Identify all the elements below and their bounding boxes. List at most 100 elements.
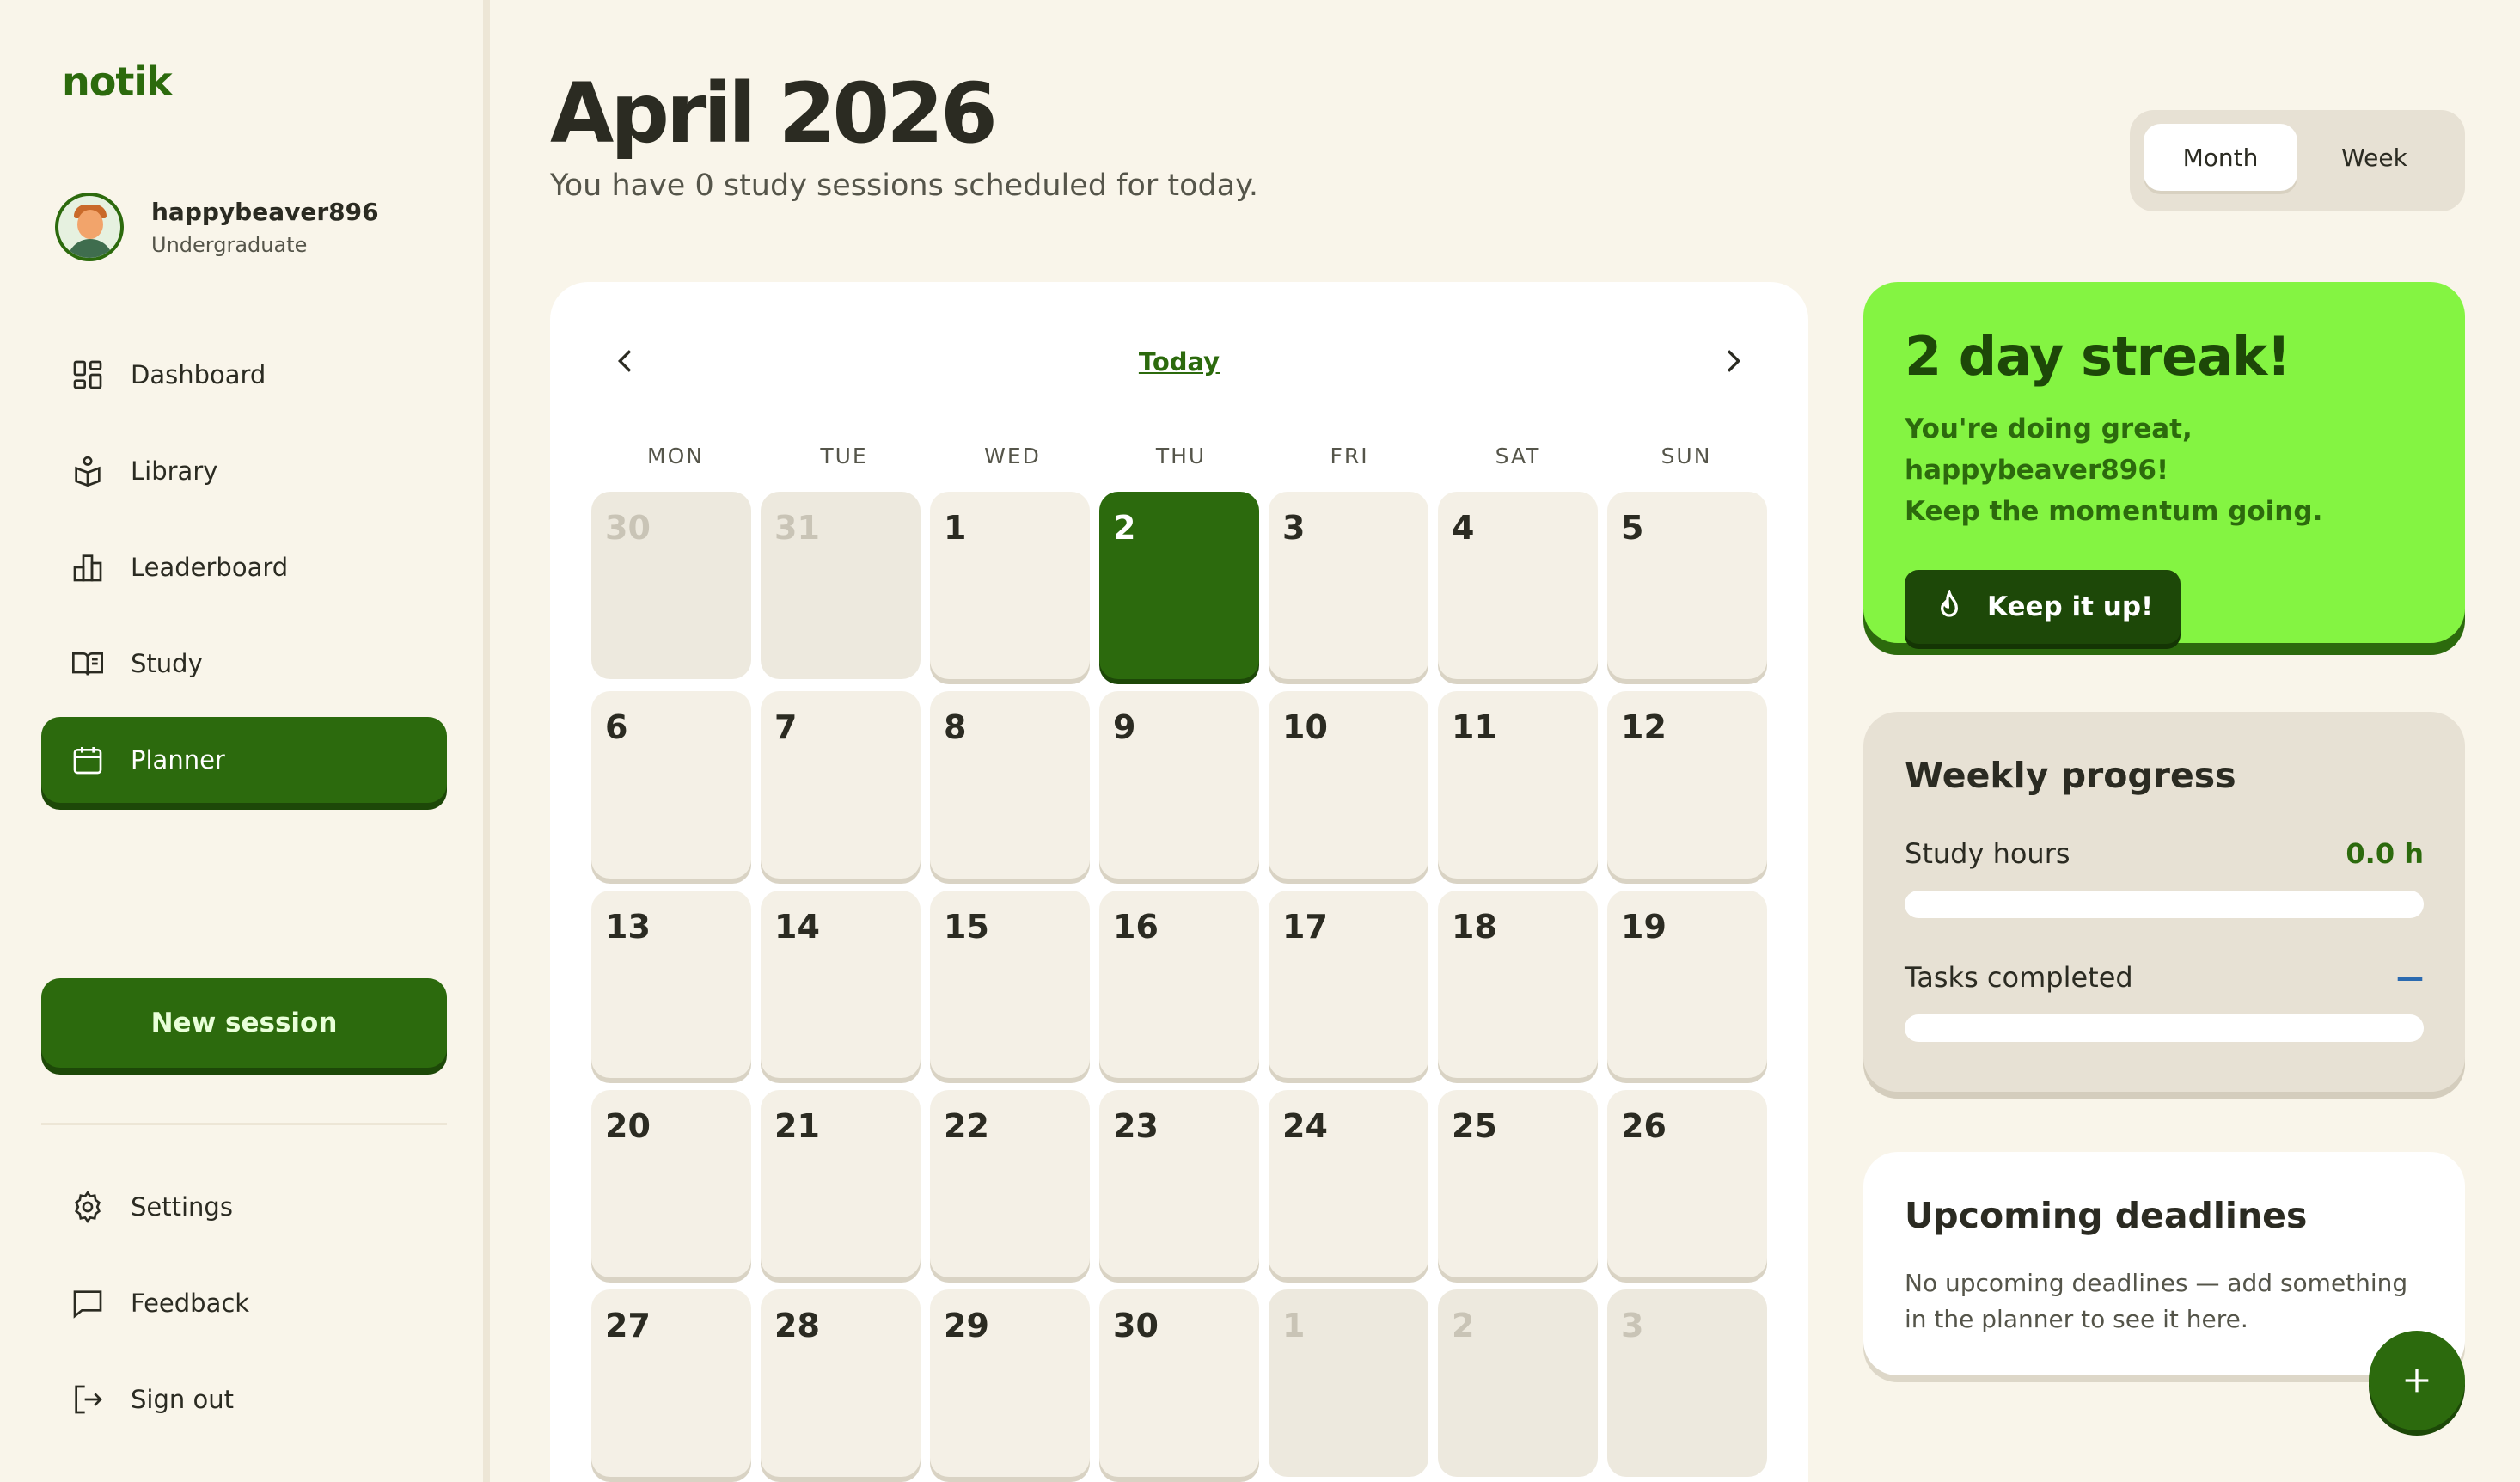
study-hours-label: Study hours	[1905, 837, 2070, 870]
sidebar-item-label: Settings	[131, 1192, 233, 1222]
secondary-nav: Settings Feedback Sign out	[41, 1164, 447, 1453]
sidebar-item-label: Sign out	[131, 1385, 234, 1414]
sidebar-item-label: Library	[131, 456, 218, 486]
main-nav: Dashboard Library Leaderboard Study Plan…	[41, 332, 447, 813]
weekday-label: THU	[1155, 444, 1207, 468]
tasks-completed-bar	[1905, 1014, 2424, 1042]
page-subtitle: You have 0 study sessions scheduled for …	[550, 168, 1259, 203]
plus-icon	[2405, 1369, 2429, 1393]
calendar-day[interactable]: 23	[1099, 1090, 1259, 1277]
view-toggle: Month Week	[2130, 110, 2465, 211]
calendar: Today MON TUE WED THU FRI SAT SUN 30 31 1 2…	[550, 282, 1808, 1482]
calendar-day[interactable]: 31	[761, 492, 921, 679]
sidebar-divider	[41, 1123, 447, 1125]
chat-icon	[73, 1290, 102, 1319]
calendar-day[interactable]: 18	[1438, 891, 1598, 1078]
calendar-day-today[interactable]: 2	[1099, 492, 1259, 679]
sidebar-item-dashboard[interactable]: Dashboard	[41, 332, 447, 418]
calendar-day[interactable]: 7	[761, 691, 921, 879]
gear-icon	[75, 1190, 101, 1224]
calendar-day[interactable]: 14	[761, 891, 921, 1078]
sidebar-item-settings[interactable]: Settings	[41, 1164, 447, 1250]
calendar-day[interactable]: 30	[591, 492, 751, 679]
calendar-day[interactable]: 21	[761, 1090, 921, 1277]
app-logo[interactable]: notik	[62, 58, 173, 105]
sidebar-item-sign-out[interactable]: Sign out	[41, 1356, 447, 1442]
user-profile[interactable]: happybeaver896 Undergraduate	[55, 191, 379, 263]
chevron-right-icon[interactable]	[1716, 344, 1750, 378]
calendar-day[interactable]: 16	[1099, 891, 1259, 1078]
calendar-day[interactable]: 27	[591, 1289, 751, 1477]
streak-message-line: Keep the momentum going.	[1905, 496, 2323, 527]
keep-it-up-label: Keep it up!	[1987, 591, 2154, 622]
user-role: Undergraduate	[151, 232, 308, 257]
weekday-label: SUN	[1661, 444, 1712, 468]
study-hours-row: Study hours 0.0 h	[1905, 837, 2424, 870]
sidebar-item-planner[interactable]: Planner	[41, 717, 447, 803]
calendar-day[interactable]: 22	[930, 1090, 1090, 1277]
calendar-day[interactable]: 8	[930, 691, 1090, 879]
calendar-day[interactable]: 15	[930, 891, 1090, 1078]
new-session-button[interactable]: New session	[41, 978, 447, 1068]
weekly-progress-title: Weekly progress	[1905, 755, 2236, 796]
calendar-day[interactable]: 3	[1607, 1289, 1767, 1477]
keep-it-up-button[interactable]: Keep it up!	[1905, 570, 2181, 644]
calendar-day[interactable]: 6	[591, 691, 751, 879]
month-view-button[interactable]: Month	[2144, 124, 2297, 191]
calendar-day[interactable]: 9	[1099, 691, 1259, 879]
upcoming-deadlines-title: Upcoming deadlines	[1905, 1195, 2308, 1236]
calendar-day[interactable]: 29	[930, 1289, 1090, 1477]
calendar-icon	[73, 747, 102, 775]
study-hours-value: 0.0 h	[2346, 837, 2424, 870]
calendar-day[interactable]: 24	[1269, 1090, 1428, 1277]
calendar-day[interactable]: 12	[1607, 691, 1767, 879]
sidebar-item-leaderboard[interactable]: Leaderboard	[41, 524, 447, 610]
calendar-day[interactable]: 2	[1438, 1289, 1598, 1477]
weekday-label: MON	[647, 444, 704, 468]
weekday-label: FRI	[1330, 444, 1369, 468]
sidebar-item-label: Feedback	[131, 1289, 250, 1318]
calendar-day[interactable]: 5	[1607, 492, 1767, 679]
week-view-button[interactable]: Week	[2297, 124, 2451, 191]
calendar-day[interactable]: 13	[591, 891, 751, 1078]
calendar-day[interactable]: 28	[761, 1289, 921, 1477]
streak-message: You're doing great, happybeaver896! Keep…	[1905, 408, 2424, 532]
deadlines-empty-text: No upcoming deadlines — add something in…	[1905, 1269, 2408, 1333]
calendar-day[interactable]: 26	[1607, 1090, 1767, 1277]
leaderboard-icon	[73, 554, 102, 582]
sidebar-item-study[interactable]: Study	[41, 621, 447, 707]
weekday-label: WED	[984, 444, 1041, 468]
weekday-label: TUE	[820, 444, 868, 468]
calendar-day[interactable]: 30	[1099, 1289, 1259, 1477]
library-icon	[75, 456, 101, 487]
sidebar-item-feedback[interactable]: Feedback	[41, 1260, 447, 1346]
calendar-day[interactable]: 1	[930, 492, 1090, 679]
calendar-day[interactable]: 20	[591, 1090, 751, 1277]
add-button[interactable]	[2369, 1331, 2465, 1430]
calendar-day[interactable]: 11	[1438, 691, 1598, 879]
calendar-day[interactable]: 25	[1438, 1090, 1598, 1277]
sidebar: notik happybeaver896 Undergraduate Dashb…	[0, 0, 490, 1482]
tasks-completed-value: —	[2396, 961, 2424, 994]
calendar-day[interactable]: 3	[1269, 492, 1428, 679]
today-link[interactable]: Today	[550, 347, 1808, 377]
sidebar-item-label: Dashboard	[131, 360, 266, 389]
calendar-day[interactable]: 10	[1269, 691, 1428, 879]
calendar-day[interactable]: 17	[1269, 891, 1428, 1078]
avatar	[55, 193, 124, 261]
streak-title: 2 day streak!	[1905, 325, 2291, 388]
weekday-label: SAT	[1495, 444, 1541, 468]
weekly-progress-card: Weekly progress Study hours 0.0 h Tasks …	[1863, 712, 2465, 1092]
sidebar-item-library[interactable]: Library	[41, 428, 447, 514]
streak-card: 2 day streak! You're doing great, happyb…	[1863, 282, 2465, 644]
flame-icon	[1940, 590, 1959, 617]
calendar-day[interactable]: 4	[1438, 492, 1598, 679]
sidebar-item-label: Study	[131, 649, 203, 678]
sign-out-icon	[75, 1385, 102, 1414]
sidebar-item-label: Planner	[131, 745, 225, 775]
calendar-day[interactable]: 19	[1607, 891, 1767, 1078]
sidebar-item-label: Leaderboard	[131, 553, 289, 582]
page-title: April 2026	[550, 65, 998, 162]
weekday-header: MON TUE WED THU FRI SAT SUN	[591, 444, 1771, 468]
calendar-day[interactable]: 1	[1269, 1289, 1428, 1477]
